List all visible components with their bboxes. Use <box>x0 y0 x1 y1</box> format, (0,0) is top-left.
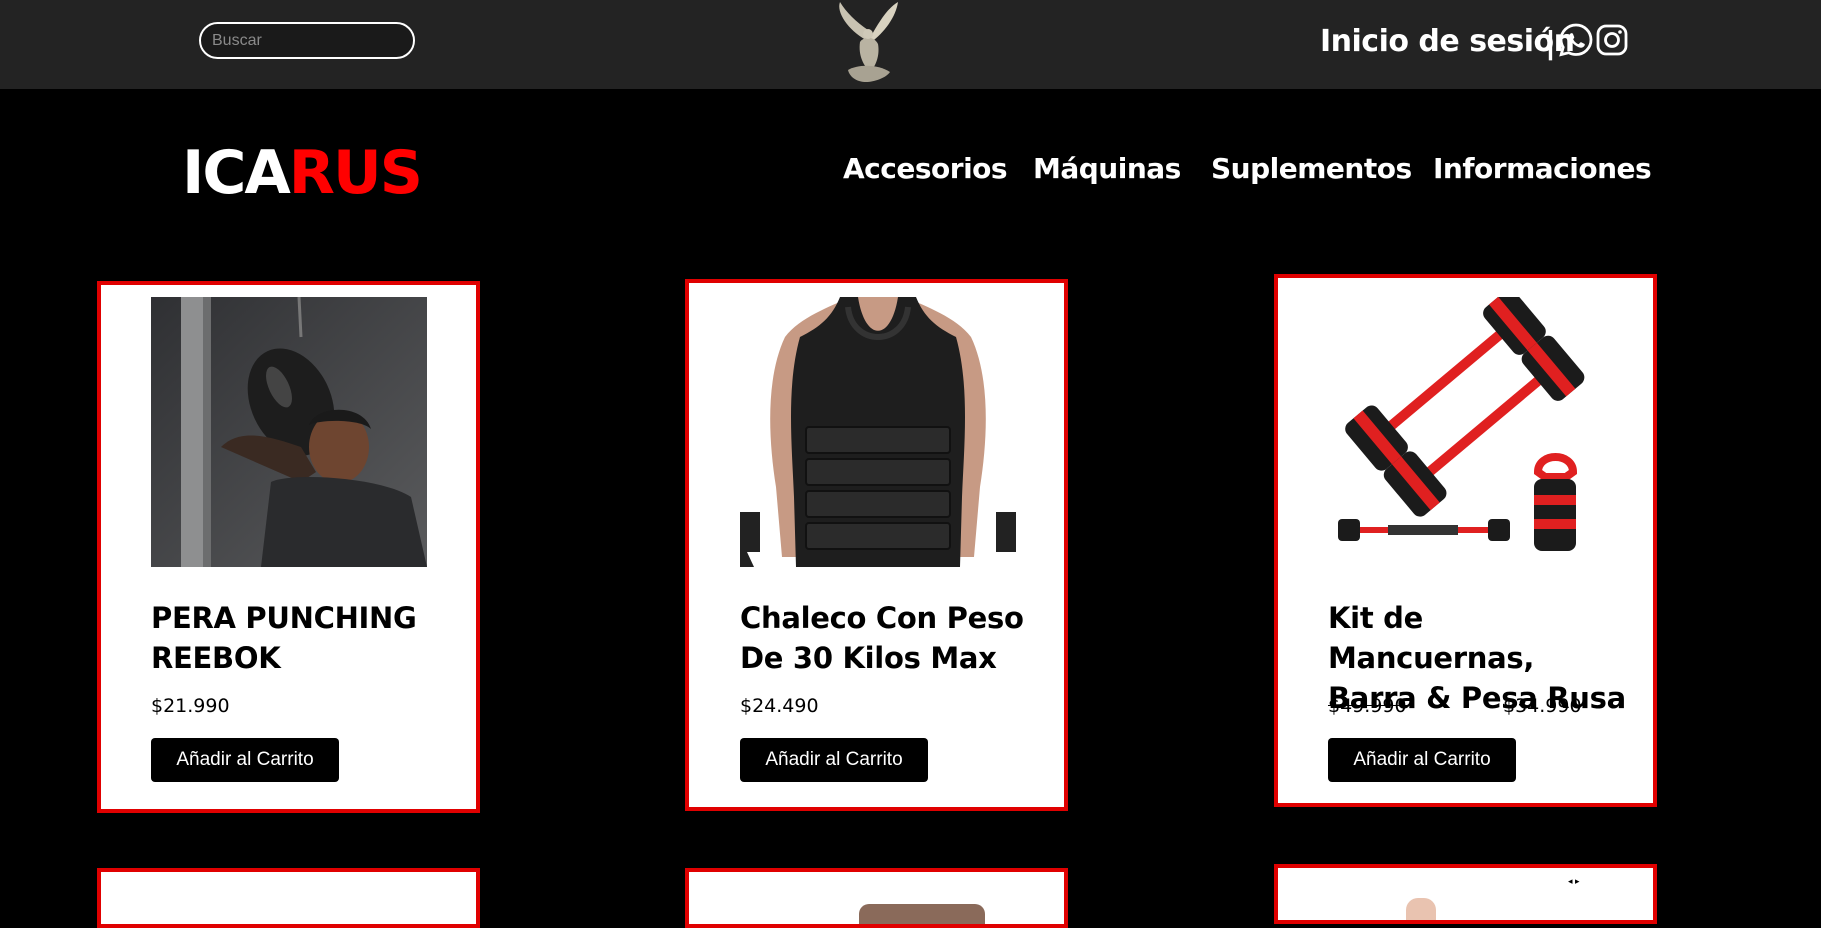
add-to-cart-button[interactable]: Añadir al Carrito <box>740 738 928 782</box>
brand-logo-white: ICA <box>182 138 291 208</box>
product-card: ◂ ▸ <box>1274 864 1657 924</box>
product-price: $34.990 <box>1503 695 1582 717</box>
nav-suplementos[interactable]: Suplementos <box>1211 152 1412 185</box>
product-card: Kit de Mancuernas, Barra & Pesa Rusa $49… <box>1274 274 1657 807</box>
login-link[interactable]: Inicio de sesión <box>1320 24 1575 59</box>
product-title-line1: Chaleco Con Peso <box>740 601 1024 635</box>
weight-vest-image[interactable] <box>740 297 1016 567</box>
product-price: $24.490 <box>740 695 819 717</box>
product-old-price: $49.990 <box>1328 695 1407 717</box>
winged-angel-statue-icon <box>839 2 898 82</box>
dumbbell-kit-image[interactable] <box>1328 297 1604 567</box>
instagram-icon[interactable] <box>1593 21 1631 59</box>
product-card <box>97 868 480 928</box>
search-input[interactable] <box>199 22 415 59</box>
product-title-line1: Kit de Mancuernas, <box>1328 601 1535 675</box>
product-card: Chaleco Con Peso De 30 Kilos Max $24.490… <box>685 279 1068 811</box>
product-title-line1: PERA PUNCHING <box>151 601 417 635</box>
whatsapp-icon[interactable] <box>1557 21 1595 59</box>
separator: | <box>1545 26 1556 61</box>
product-title[interactable]: PERA PUNCHING REEBOK <box>151 598 451 678</box>
product-image[interactable] <box>1406 898 1436 920</box>
nav-maquinas[interactable]: Máquinas <box>1033 152 1181 185</box>
product-title[interactable]: Chaleco Con Peso De 30 Kilos Max <box>740 598 1040 678</box>
product-title-line2: REEBOK <box>151 641 281 675</box>
brand-logo-red: RUS <box>288 138 423 208</box>
punching-bag-image[interactable] <box>151 297 427 567</box>
add-to-cart-button[interactable]: Añadir al Carrito <box>1328 738 1516 782</box>
product-card: PERA PUNCHING REEBOK $21.990 Añadir al C… <box>97 281 480 813</box>
product-title-line2: De 30 Kilos Max <box>740 641 997 675</box>
nav-informaciones[interactable]: Informaciones <box>1433 152 1652 185</box>
product-card <box>685 868 1068 928</box>
add-to-cart-button[interactable]: Añadir al Carrito <box>151 738 339 782</box>
product-price: $21.990 <box>151 695 230 717</box>
product-image[interactable] <box>859 904 985 924</box>
nav-accesorios[interactable]: Accesorios <box>843 152 1008 185</box>
brand-logo[interactable]: ICARUS <box>182 138 423 208</box>
top-bar: Inicio de sesión | <box>0 0 1821 89</box>
carousel-arrows-icon[interactable]: ◂ ▸ <box>1568 876 1580 887</box>
